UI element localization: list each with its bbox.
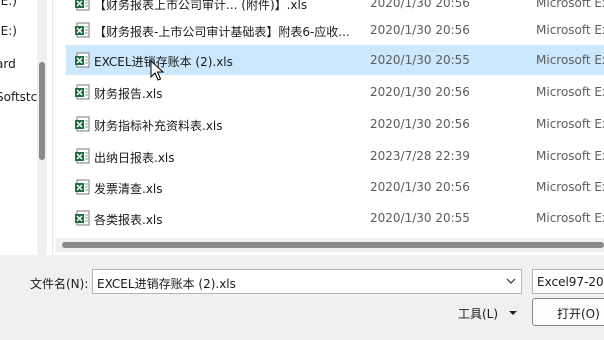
pane-divider[interactable] bbox=[52, 0, 53, 255]
file-date-modified: 2020/1/30 20:56 bbox=[370, 0, 470, 10]
nav-scrollbar-thumb[interactable] bbox=[39, 62, 45, 160]
nav-item-drive-e-top[interactable]: (E:) bbox=[0, 0, 17, 8]
open-button[interactable]: 打开(O) bbox=[532, 298, 604, 326]
file-row[interactable]: 财务指标补充资料表.xls 2020/1/30 20:56 Microsoft Ex bbox=[66, 109, 604, 139]
file-row[interactable]: 各类报表.xls 2020/1/30 20:55 Microsoft Ex bbox=[66, 203, 604, 233]
navigation-pane: (E:) (E:) ard Softstc bbox=[0, 0, 50, 255]
file-name: 财务指标补充资料表.xls bbox=[94, 119, 223, 133]
nav-item-ard[interactable]: ard bbox=[0, 57, 16, 71]
file-name: 各类报表.xls bbox=[94, 213, 163, 227]
file-date-modified: 2020/1/30 20:56 bbox=[370, 85, 470, 99]
excel-file-icon bbox=[75, 116, 90, 132]
caret-down-icon bbox=[509, 311, 517, 315]
open-label: 打开(O) bbox=[557, 307, 600, 321]
filetype-select[interactable]: Excel97-2003 bbox=[532, 269, 604, 294]
excel-file-icon bbox=[75, 148, 90, 164]
file-row[interactable]: 财务报告.xls 2020/1/30 20:56 Microsoft Ex bbox=[66, 77, 604, 107]
file-row[interactable]: 出纳日报表.xls 2023/7/28 22:39 Microsoft Ex bbox=[66, 141, 604, 171]
file-date-modified: 2023/7/28 22:39 bbox=[370, 149, 470, 163]
excel-file-icon bbox=[75, 22, 90, 38]
excel-file-icon bbox=[75, 52, 90, 68]
file-row[interactable]: EXCEL进销存账本 (2).xls 2020/1/30 20:55 Microso… bbox=[66, 45, 604, 75]
nav-item-drive-e[interactable]: (E:) bbox=[0, 24, 17, 38]
file-row[interactable]: 发票清查.xls 2020/1/30 20:56 Microsoft Ex bbox=[66, 172, 604, 202]
file-name: 【财务报表-上市公司审计基础表】附表6-应收... bbox=[94, 25, 350, 39]
file-type: Microsoft Ex bbox=[536, 85, 604, 99]
file-name: 【财务报表上市公司审计... (附件)】.xls bbox=[94, 0, 308, 12]
file-type: Microsoft Ex bbox=[536, 211, 604, 225]
mouse-pointer-icon bbox=[150, 60, 164, 81]
filename-label: 文件名(N): bbox=[30, 277, 89, 291]
file-date-modified: 2020/1/30 20:56 bbox=[370, 180, 470, 194]
excel-file-icon bbox=[75, 0, 90, 11]
horizontal-scrollbar-thumb[interactable] bbox=[62, 242, 604, 248]
file-type: Microsoft Ex bbox=[536, 53, 604, 67]
file-type: Microsoft Ex bbox=[536, 180, 604, 194]
file-date-modified: 2020/1/30 20:56 bbox=[370, 117, 470, 131]
dialog-bottom-bar: 文件名(N): EXCEL进销存账本 (2).xls Excel97-2003 … bbox=[0, 255, 604, 340]
horizontal-scrollbar[interactable] bbox=[56, 238, 604, 252]
filetype-value: Excel97-2003 bbox=[537, 275, 604, 289]
nav-scrollbar[interactable] bbox=[37, 0, 47, 255]
file-type: Microsoft Ex bbox=[536, 0, 604, 10]
file-type: Microsoft Ex bbox=[536, 149, 604, 163]
excel-file-icon bbox=[75, 84, 90, 100]
filename-input[interactable]: EXCEL进销存账本 (2).xls bbox=[92, 269, 522, 294]
excel-file-icon bbox=[75, 179, 90, 195]
chevron-down-icon[interactable] bbox=[505, 275, 517, 287]
nav-item-softstore[interactable]: Softstc bbox=[0, 90, 37, 104]
file-type: Microsoft Ex bbox=[536, 117, 604, 131]
tools-label: 工具(L) bbox=[458, 307, 499, 321]
file-name: 发票清查.xls bbox=[94, 182, 163, 196]
file-row[interactable]: 【财务报表-上市公司审计基础表】附表6-应收... 2020/1/30 20:56… bbox=[66, 15, 604, 45]
file-name: 财务报告.xls bbox=[94, 87, 163, 101]
file-date-modified: 2020/1/30 20:55 bbox=[370, 53, 470, 67]
file-date-modified: 2020/1/30 20:56 bbox=[370, 23, 470, 37]
file-type: Microsoft Ex bbox=[536, 23, 604, 37]
excel-file-icon bbox=[75, 210, 90, 226]
filename-value: EXCEL进销存账本 (2).xls bbox=[97, 277, 236, 291]
file-name: 出纳日报表.xls bbox=[94, 151, 175, 165]
file-list: 【财务报表上市公司审计... (附件)】.xls 2020/1/30 20:56 M… bbox=[56, 0, 604, 238]
file-date-modified: 2020/1/30 20:55 bbox=[370, 211, 470, 225]
tools-button[interactable]: 工具(L) bbox=[452, 301, 524, 325]
